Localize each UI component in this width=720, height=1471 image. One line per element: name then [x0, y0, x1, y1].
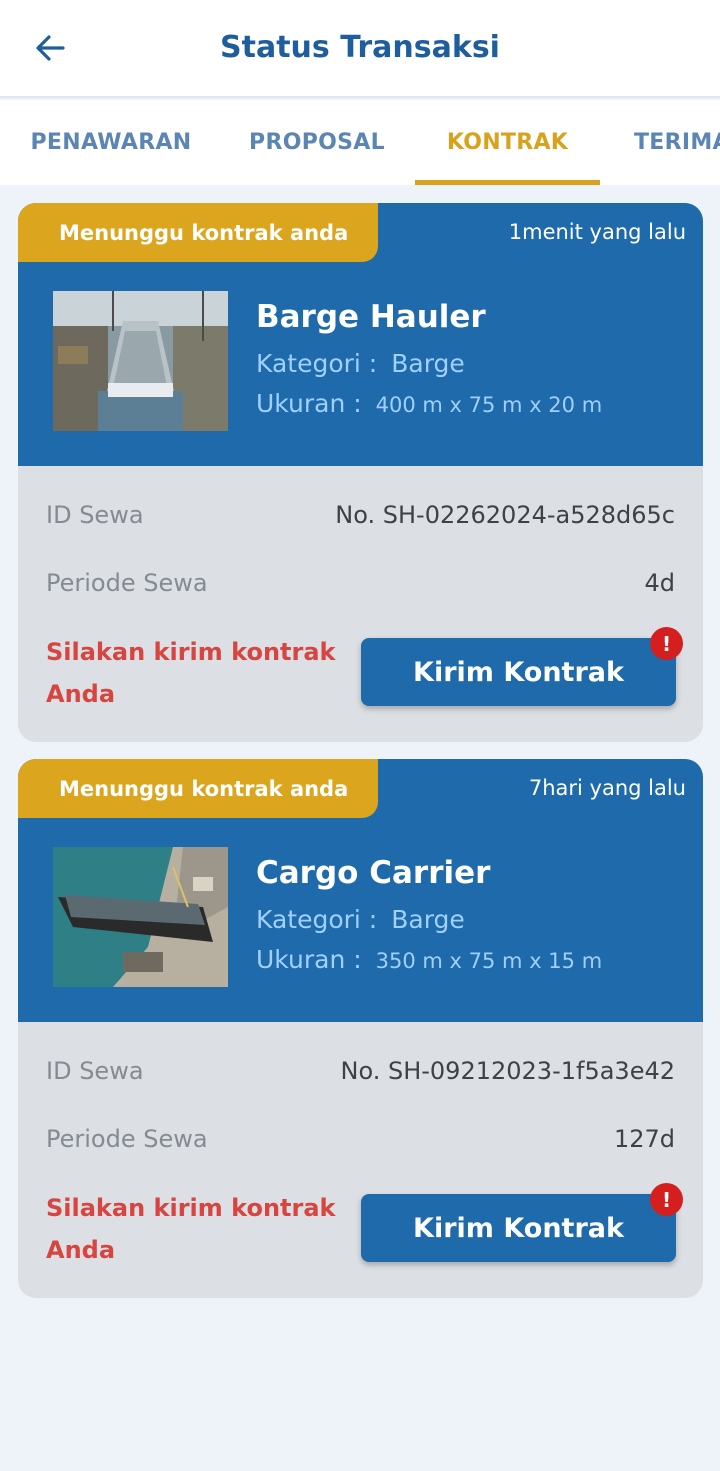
size-row: Ukuran : 350 m x 75 m x 15 m — [256, 945, 602, 974]
warning-text: Silakan kirim kontrak Anda — [46, 638, 336, 708]
ship-image — [53, 847, 228, 987]
rental-id-label: ID Sewa — [46, 501, 144, 529]
rental-id-value: No. SH-09212023-1f5a3e42 — [340, 1057, 676, 1085]
size-label: Ukuran : — [256, 389, 362, 418]
card-header: Menunggu kontrak anda 1menit yang lalu B… — [18, 203, 703, 466]
rental-period-value: 4d — [644, 569, 675, 597]
app-header: Status Transaksi — [0, 0, 720, 98]
rental-period-label: Periode Sewa — [46, 1125, 208, 1153]
status-badge: Menunggu kontrak anda — [18, 759, 378, 818]
transaction-card[interactable]: Menunggu kontrak anda 1menit yang lalu B… — [18, 203, 703, 742]
status-badge: Menunggu kontrak anda — [18, 203, 378, 262]
ship-image — [53, 291, 228, 431]
size-row: Ukuran : 400 m x 75 m x 20 m — [256, 389, 602, 418]
ship-name: Cargo Carrier — [256, 855, 491, 891]
category-value: Barge — [391, 349, 465, 378]
time-ago: 7hari yang lalu — [528, 776, 686, 800]
warning-text: Silakan kirim kontrak Anda — [46, 1194, 336, 1264]
rental-id-value: No. SH-02262024-a528d65c — [335, 501, 675, 529]
tab-kontrak[interactable]: KONTRAK — [415, 100, 600, 185]
send-contract-button[interactable]: Kirim Kontrak — [361, 1194, 676, 1262]
category-row: Kategori : Barge — [256, 349, 465, 378]
category-label: Kategori : — [256, 349, 378, 378]
send-contract-button[interactable]: Kirim Kontrak — [361, 638, 676, 706]
size-value: 350 m x 75 m x 15 m — [375, 949, 603, 973]
category-value: Barge — [391, 905, 465, 934]
size-label: Ukuran : — [256, 945, 362, 974]
card-header: Menunggu kontrak anda 7hari yang lalu Ca… — [18, 759, 703, 1022]
size-value: 400 m x 75 m x 20 m — [375, 393, 603, 417]
rental-period-value: 127d — [613, 1125, 675, 1153]
alert-icon: ! — [650, 627, 683, 660]
tab-bar: PENAWARAN PROPOSAL KONTRAK TERIMA — [0, 100, 720, 185]
page-title: Status Transaksi — [220, 30, 500, 65]
transaction-card[interactable]: Menunggu kontrak anda 7hari yang lalu Ca… — [18, 759, 703, 1298]
tab-proposal[interactable]: PROPOSAL — [232, 100, 402, 185]
tab-terima[interactable]: TERIMA — [634, 100, 720, 185]
category-row: Kategori : Barge — [256, 905, 465, 934]
category-label: Kategori : — [256, 905, 378, 934]
time-ago: 1menit yang lalu — [508, 220, 686, 244]
active-tab-indicator — [415, 180, 600, 185]
tab-penawaran[interactable]: PENAWARAN — [20, 100, 202, 185]
rental-period-label: Periode Sewa — [46, 569, 208, 597]
rental-id-label: ID Sewa — [46, 1057, 144, 1085]
alert-icon: ! — [650, 1183, 683, 1216]
ship-name: Barge Hauler — [256, 299, 486, 335]
